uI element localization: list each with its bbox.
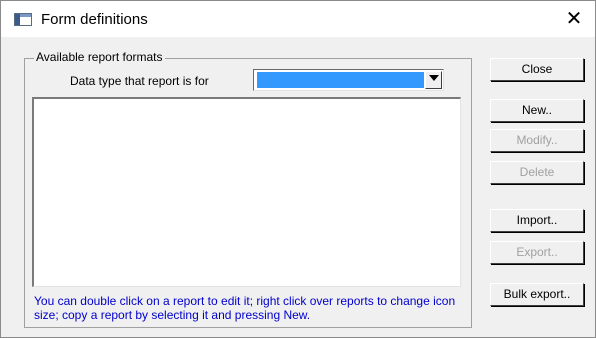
new-button[interactable]: New.. bbox=[490, 99, 584, 122]
title-bar: Form definitions ✕ bbox=[1, 1, 595, 37]
bulk-export-button[interactable]: Bulk export.. bbox=[490, 283, 584, 306]
modify-button[interactable]: Modify.. bbox=[490, 129, 584, 152]
usage-hint: You can double click on a report to edit… bbox=[34, 294, 456, 322]
report-list[interactable] bbox=[32, 97, 461, 287]
import-button[interactable]: Import.. bbox=[490, 209, 584, 232]
export-button[interactable]: Export.. bbox=[490, 241, 584, 264]
data-type-selected-value bbox=[257, 72, 424, 88]
data-type-label: Data type that report is for bbox=[70, 74, 209, 88]
chevron-down-icon[interactable] bbox=[425, 71, 442, 89]
window-title: Form definitions bbox=[41, 11, 148, 28]
close-button[interactable]: Close bbox=[490, 58, 584, 81]
group-label: Available report formats bbox=[34, 50, 165, 64]
delete-button[interactable]: Delete bbox=[490, 161, 584, 184]
close-window-icon[interactable]: ✕ bbox=[559, 4, 589, 34]
data-type-dropdown[interactable] bbox=[253, 69, 444, 91]
form-definitions-window: Form definitions ✕ Available report form… bbox=[0, 0, 596, 338]
form-window-icon bbox=[14, 13, 32, 26]
